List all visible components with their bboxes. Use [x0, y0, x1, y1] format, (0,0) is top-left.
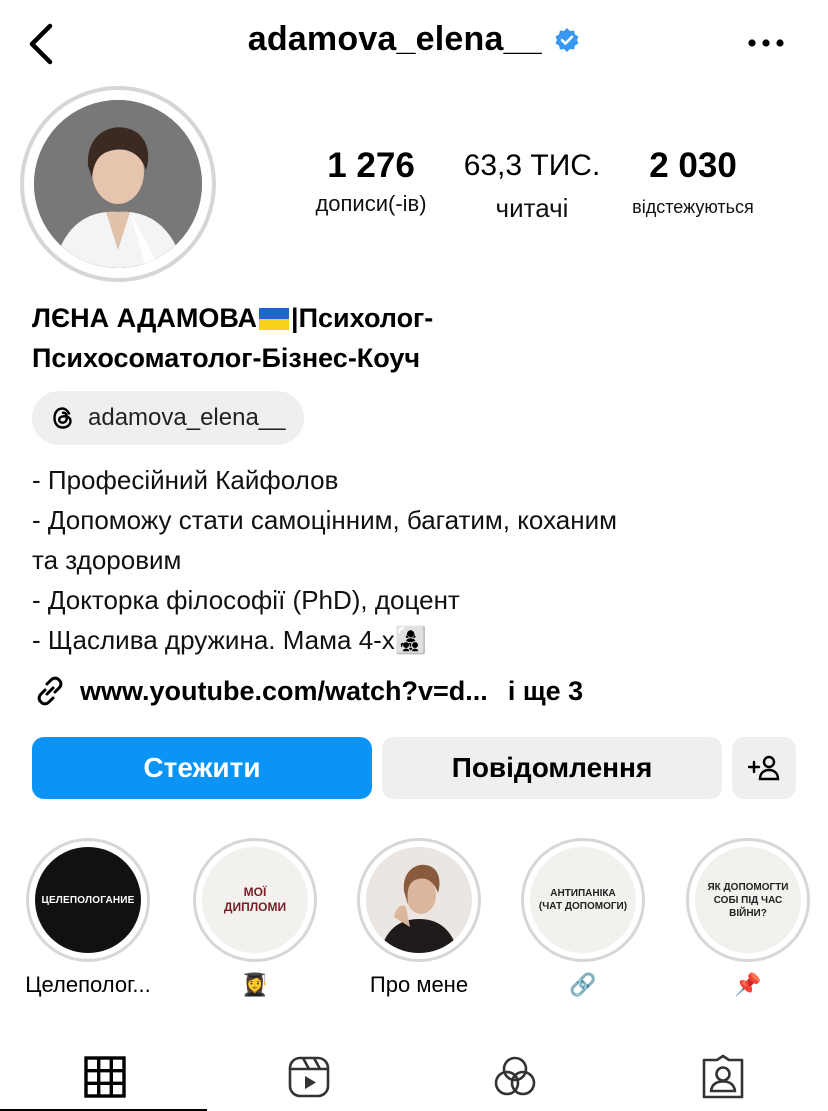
highlight-cover-image: ЦЕЛЕПОЛОГАНИЕ — [35, 847, 141, 953]
highlight-cover-image: АНТИПАНІКА (ЧАТ ДОПОМОГИ) — [530, 847, 636, 953]
highlight-cover-text: (ЧАТ ДОПОМОГИ) — [538, 901, 628, 912]
link-more[interactable]: і ще 3 — [508, 676, 583, 707]
threads-handle: adamova_elena__ — [88, 404, 286, 431]
tab-posts-grid[interactable] — [82, 1054, 128, 1100]
highlight-cover-image: МОЇ ДИПЛОМИ — [202, 847, 308, 953]
profile-full-name: ЛЄНА АДАМОВА |Психолог- Психосоматолог-Бі… — [32, 298, 812, 378]
following-count: 2 030 — [649, 146, 737, 185]
avatar — [34, 100, 202, 268]
suggested-accounts-button[interactable] — [732, 737, 796, 799]
username: adamova_elena__ — [247, 20, 542, 58]
profile-links[interactable]: www.youtube.com/watch?v=d... і ще 3 — [32, 670, 583, 712]
grid-icon — [84, 1056, 126, 1098]
profile-avatar-ring[interactable] — [20, 86, 216, 282]
highlight-cover-image — [366, 847, 472, 953]
tagged-icon — [702, 1054, 744, 1099]
threads-badge[interactable]: adamova_elena__ — [32, 391, 304, 445]
highlight-cover[interactable]: ЯК ДОПОМОГТИ СОБІ ПІД ЧАС ВІЙНИ? — [686, 838, 810, 962]
top-bar: adamova_elena__ — [0, 0, 828, 90]
link-url[interactable]: www.youtube.com/watch?v=d... — [80, 676, 488, 707]
highlight-cover[interactable] — [357, 838, 481, 962]
stat-following[interactable]: 2 030 відстежуються — [612, 145, 774, 218]
reels-icon — [288, 1056, 330, 1098]
threads-icon — [53, 407, 72, 429]
highlight-cover-text: ДИПЛОМИ — [223, 900, 287, 914]
tab-tagged[interactable] — [700, 1054, 746, 1100]
verified-badge-icon — [555, 27, 579, 52]
follow-button[interactable]: Стежити — [32, 737, 372, 799]
highlight-item[interactable]: МОЇ ДИПЛОМИ 👩‍🎓 — [191, 838, 319, 998]
more-options-button[interactable] — [742, 28, 790, 58]
posts-label: дописи(-ів) — [315, 191, 427, 216]
highlight-cover-text: ЦЕЛЕПОЛОГАНИЕ — [41, 894, 135, 906]
highlight-cover-text: ЯК ДОПОМОГТИ — [707, 881, 789, 893]
add-person-icon — [747, 755, 780, 781]
followers-label: читачі — [495, 193, 569, 223]
bio-line: та здоровим — [32, 545, 182, 575]
more-horizontal-icon — [748, 39, 784, 47]
bio-line: - Професійний Кайфолов — [32, 465, 339, 495]
posts-count: 1 276 — [327, 146, 415, 185]
highlight-cover-text: ВІЙНИ? — [729, 907, 767, 919]
profile-tab-bar — [0, 1040, 828, 1111]
highlight-item[interactable]: АНТИПАНІКА (ЧАТ ДОПОМОГИ) 🔗 — [519, 838, 647, 998]
collab-icon — [494, 1056, 536, 1096]
tab-collabs[interactable] — [492, 1054, 538, 1100]
message-button[interactable]: Повідомлення — [382, 737, 722, 799]
bio-line: - Докторка філософії (PhD), доцент — [32, 585, 460, 615]
tab-reels[interactable] — [286, 1054, 332, 1100]
stat-followers[interactable]: 63,3 ТИС. читачі — [452, 145, 612, 224]
highlight-cover[interactable]: АНТИПАНІКА (ЧАТ ДОПОМОГИ) — [521, 838, 645, 962]
highlight-label: 👩‍🎓 — [241, 972, 269, 997]
followers-count: 63,3 ТИС. — [463, 149, 601, 182]
following-label: відстежуються — [632, 197, 754, 217]
name-line2: Психосоматолог-Бізнес-Коуч — [32, 343, 421, 373]
stat-posts[interactable]: 1 276 дописи(-ів) — [296, 145, 446, 217]
name-part1: ЛЄНА АДАМОВА — [32, 303, 258, 333]
highlight-item[interactable]: ЯК ДОПОМОГТИ СОБІ ПІД ЧАС ВІЙНИ? 📌 — [684, 838, 812, 998]
highlight-cover[interactable]: ЦЕЛЕПОЛОГАНИЕ — [26, 838, 150, 962]
bio-line: - Допоможу стати самоцінним, багатим, ко… — [32, 505, 617, 535]
highlight-label: 📌 — [734, 972, 762, 997]
highlight-cover[interactable]: МОЇ ДИПЛОМИ — [193, 838, 317, 962]
bio-line: - Щаслива дружина. Мама 4-х👩‍👧‍👦 — [32, 625, 428, 655]
highlight-label: 🔗 — [569, 972, 597, 997]
profile-bio: - Професійний Кайфолов - Допоможу стати … — [32, 460, 812, 660]
username-header[interactable]: adamova_elena__ — [0, 20, 828, 59]
highlight-cover-image: ЯК ДОПОМОГТИ СОБІ ПІД ЧАС ВІЙНИ? — [695, 847, 801, 953]
highlight-label: Целеполог... — [25, 972, 151, 997]
highlight-cover-text: СОБІ ПІД ЧАС — [713, 894, 783, 906]
highlight-cover-text: АНТИПАНІКА — [550, 888, 616, 899]
ukraine-flag-icon — [259, 308, 290, 330]
name-part2: |Психолог- — [291, 303, 434, 333]
link-icon — [37, 676, 63, 706]
highlight-item[interactable]: ЦЕЛЕПОЛОГАНИЕ Целеполог... — [24, 838, 152, 998]
highlight-item[interactable]: Про мене — [355, 838, 483, 998]
highlight-cover-text: МОЇ — [243, 885, 267, 899]
highlight-label: Про мене — [369, 972, 469, 997]
